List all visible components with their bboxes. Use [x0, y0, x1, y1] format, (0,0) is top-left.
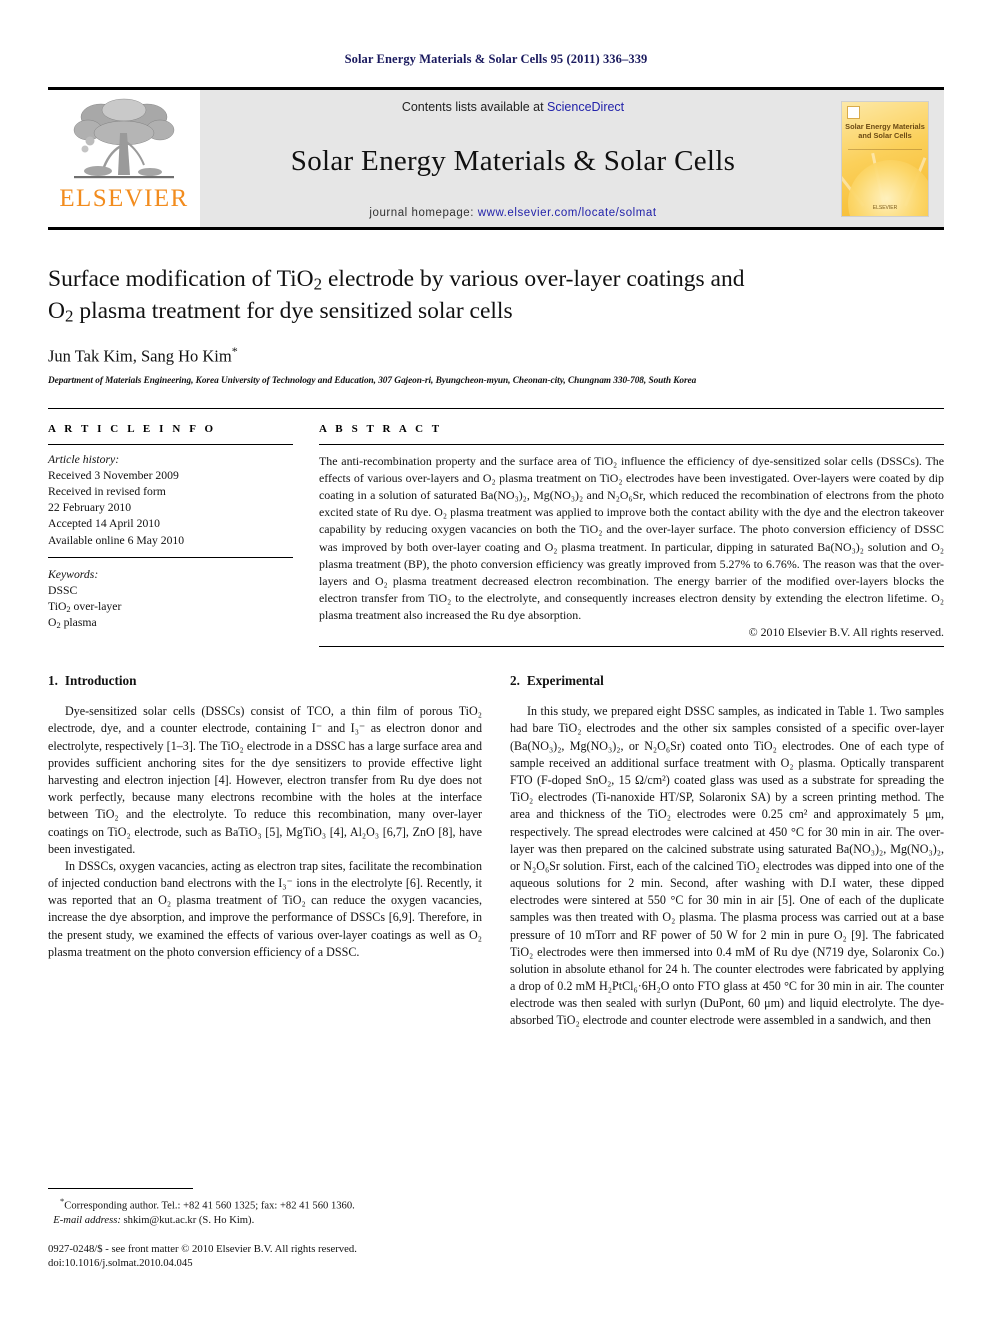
- homepage-prefix: journal homepage:: [369, 207, 478, 219]
- journal-title: Solar Energy Materials & Solar Cells: [290, 145, 736, 177]
- journal-masthead: ELSEVIER Contents lists available at Sci…: [48, 87, 944, 230]
- abstract-column: A B S T R A C T The anti-recombination p…: [319, 422, 944, 648]
- history-item: Received 3 November 2009: [48, 469, 179, 483]
- journal-homepage-link[interactable]: www.elsevier.com/locate/solmat: [478, 207, 657, 219]
- author-names: Jun Tak Kim, Sang Ho Kim: [48, 346, 232, 366]
- keyword-item: DSSC: [48, 583, 78, 597]
- article-info-column: A R T I C L E I N F O Article history: R…: [48, 423, 293, 647]
- masthead-center: Contents lists available at ScienceDirec…: [200, 90, 826, 227]
- abstract-text: The anti-recombination property and the …: [319, 453, 944, 623]
- cover-footer: ELSEVIER: [872, 204, 898, 211]
- keyword-item: TiO2 over-layer: [48, 600, 122, 614]
- info-abstract-row: A R T I C L E I N F O Article history: R…: [48, 407, 944, 648]
- keywords-label: Keywords:: [48, 567, 99, 581]
- section-title: Introduction: [64, 673, 137, 689]
- history-item: 22 February 2010: [48, 501, 132, 515]
- page-title: Surface modification of TiO2 electrode b…: [48, 264, 944, 327]
- divider: [48, 556, 293, 558]
- cover-title: Solar Energy Materials and Solar Cells: [842, 122, 928, 141]
- section-heading-introduction: 1. Introduction: [48, 673, 482, 689]
- divider: [319, 646, 944, 648]
- title-sub-1: 2: [313, 274, 323, 294]
- cover-elsevier-mark: [847, 105, 860, 119]
- section-number: 1.: [48, 673, 58, 689]
- email-label: E-mail address:: [53, 1214, 121, 1226]
- running-head: Solar Energy Materials & Solar Cells 95 …: [344, 52, 648, 66]
- journal-cover-cell: Solar Energy Materials and Solar Cells E…: [826, 90, 944, 227]
- article-history-label: Article history:: [48, 452, 120, 466]
- body-columns: 1. Introduction Dye-sensitized solar cell…: [48, 673, 944, 1029]
- keyword-item: O2 plasma: [48, 616, 97, 631]
- abstract-copyright: © 2010 Elsevier B.V. All rights reserved…: [748, 625, 944, 640]
- cover-subtitle-bar: [848, 148, 922, 152]
- elsevier-logo: ELSEVIER: [48, 90, 200, 227]
- title-part-3: O: [48, 297, 65, 324]
- footnote-divider: [48, 1188, 193, 1190]
- author-list: Jun Tak Kim, Sang Ho Kim*: [48, 344, 944, 367]
- copyright-block: 0927-0248/$ - see front matter © 2010 El…: [48, 1242, 481, 1270]
- doi-line[interactable]: doi:10.1016/j.solmat.2010.04.045: [48, 1257, 193, 1269]
- column-left: 1. Introduction Dye-sensitized solar cell…: [48, 673, 482, 1029]
- footnote-block: *Corresponding author. Tel.: +82 41 560 …: [48, 1188, 481, 1270]
- contents-prefix: Contents lists available at: [401, 100, 548, 114]
- section-number: 2.: [510, 673, 520, 689]
- journal-homepage-line: journal homepage: www.elsevier.com/locat…: [369, 207, 656, 221]
- corresponding-author-note: *Corresponding author. Tel.: +82 41 560 …: [48, 1196, 481, 1228]
- history-item: Accepted 14 April 2010: [48, 517, 160, 531]
- section-title: Experimental: [526, 673, 604, 689]
- history-item: Received in revised form: [48, 485, 166, 499]
- elsevier-tree-icon: [73, 98, 175, 179]
- paper-page: Solar Energy Materials & Solar Cells 95 …: [0, 0, 992, 1323]
- abstract-heading: A B S T R A C T: [319, 422, 443, 435]
- affiliation: Department of Materials Engineering, Kor…: [48, 375, 697, 386]
- cover-title-line1: Solar Energy Materials: [845, 121, 925, 131]
- paragraph: In DSSCs, oxygen vacancies, acting as el…: [48, 858, 482, 959]
- title-part-4: plasma treatment for dye sensitized sola…: [73, 297, 513, 324]
- paragraph: Dye-sensitized solar cells (DSSCs) consi…: [48, 704, 482, 856]
- divider: [319, 443, 944, 445]
- keywords-block: Keywords: DSSC TiO2 over-layer O2 plasma: [48, 567, 293, 632]
- contents-available-line: Contents lists available at ScienceDirec…: [402, 100, 624, 114]
- corresponding-author-text: Corresponding author. Tel.: +82 41 560 1…: [64, 1200, 355, 1212]
- paragraph: In this study, we prepared eight DSSC sa…: [510, 704, 944, 1028]
- article-info-heading: A R T I C L E I N F O: [48, 422, 217, 435]
- issn-line: 0927-0248/$ - see front matter © 2010 El…: [48, 1242, 357, 1255]
- article-history: Article history: Received 3 November 200…: [48, 452, 293, 549]
- journal-cover-image: Solar Energy Materials and Solar Cells E…: [841, 100, 929, 217]
- cover-title-line2: and Solar Cells: [858, 130, 912, 140]
- corresponding-author-marker: *: [231, 344, 238, 359]
- title-part-2: electrode by various over-layer coatings…: [322, 266, 745, 292]
- title-part-1: Surface modification of TiO: [48, 266, 314, 292]
- title-block: Surface modification of TiO2 electrode b…: [48, 264, 944, 386]
- column-right: 2. Experimental In this study, we prepare…: [510, 673, 944, 1029]
- elsevier-wordmark: ELSEVIER: [59, 185, 189, 212]
- sciencedirect-link[interactable]: ScienceDirect: [547, 100, 624, 114]
- divider: [48, 443, 293, 445]
- email-link[interactable]: shkim@kut.ac.kr (S. Ho Kim).: [124, 1215, 255, 1226]
- history-item: Available online 6 May 2010: [48, 533, 185, 547]
- section-heading-experimental: 2. Experimental: [510, 673, 944, 689]
